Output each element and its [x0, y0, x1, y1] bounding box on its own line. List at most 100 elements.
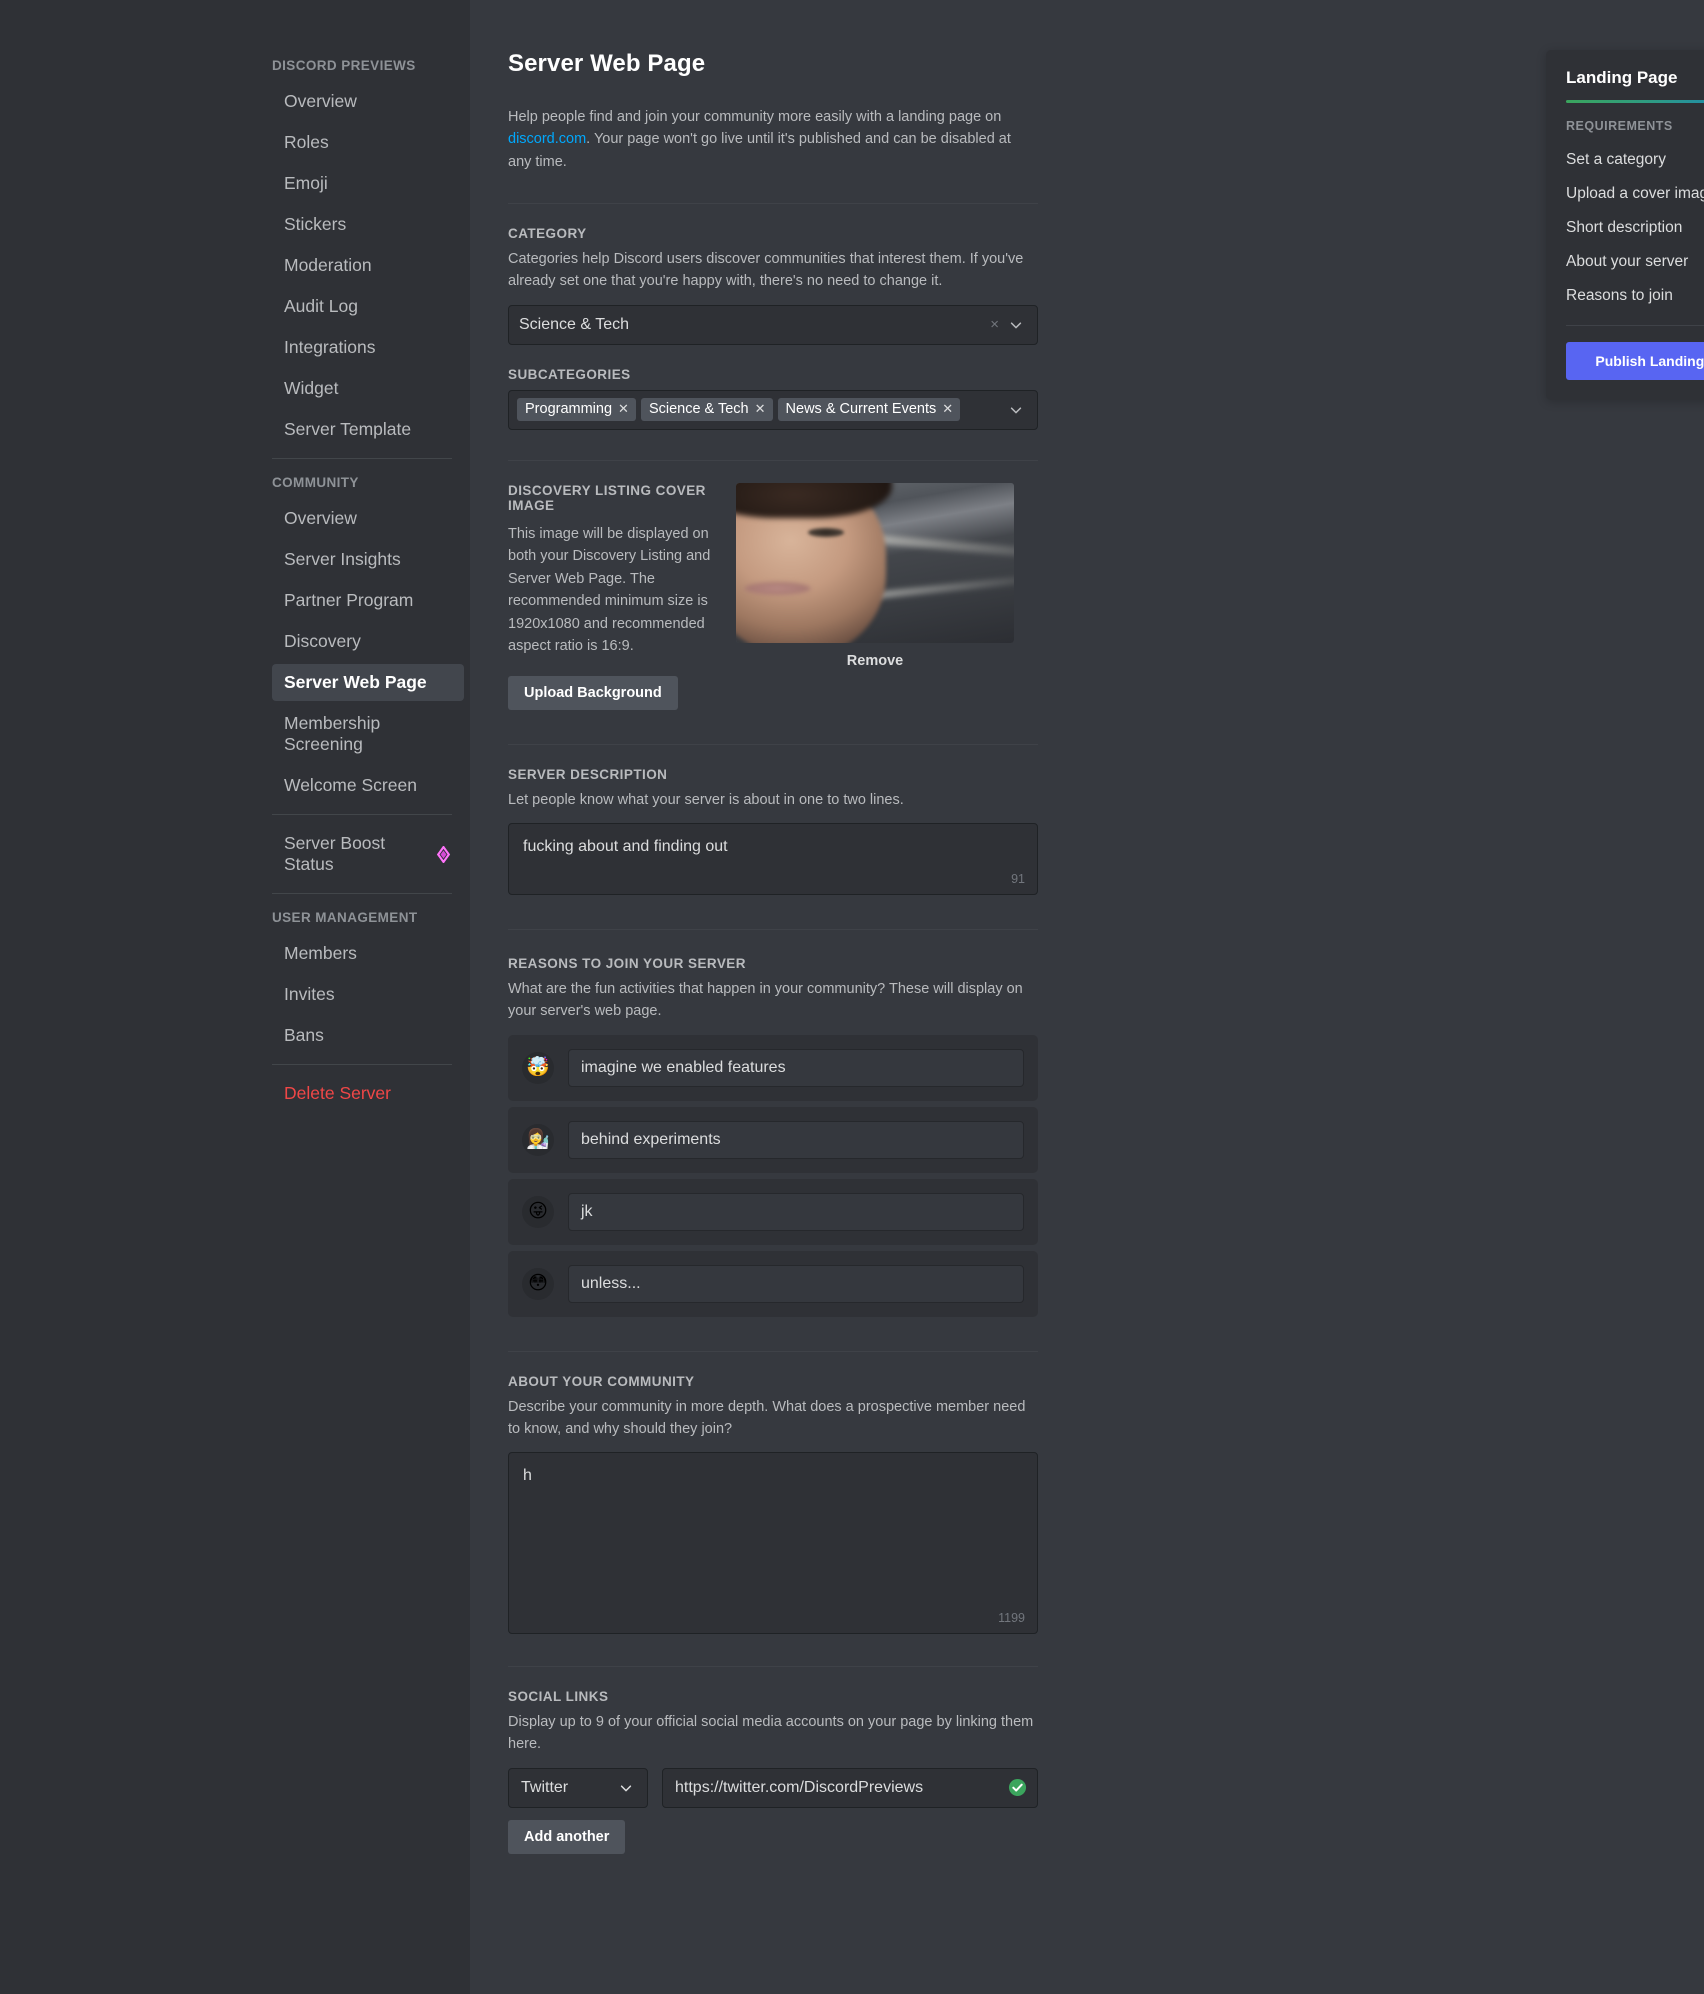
requirements-label: REQUIREMENTS: [1566, 119, 1673, 133]
subcategory-tag[interactable]: Science & Tech ✕: [640, 398, 773, 422]
reason-input[interactable]: behind experiments: [568, 1120, 1024, 1159]
sidebar-item-partner-program[interactable]: Partner Program: [272, 582, 464, 619]
social-url-value: https://twitter.com/DiscordPreviews: [675, 1778, 924, 1796]
requirement-label: Short description: [1566, 219, 1683, 236]
sidebar-item-community-overview[interactable]: Overview: [272, 500, 464, 537]
sidebar-item-label: Overview: [284, 508, 357, 528]
server-description-textarea[interactable]: fucking about and finding out 91: [508, 823, 1038, 896]
discord-com-link[interactable]: discord.com: [508, 131, 586, 147]
sidebar-item-audit-log[interactable]: Audit Log: [272, 288, 464, 325]
flushed-face-emoji[interactable]: 😳: [522, 1267, 554, 1300]
reason-item: 😳 unless...: [508, 1250, 1038, 1317]
subcategory-tag-label: News & Current Events: [785, 401, 937, 418]
reason-input[interactable]: unless...: [568, 1264, 1024, 1303]
remove-tag-icon[interactable]: ✕: [618, 401, 629, 417]
social-section-title: SOCIAL LINKS: [508, 1689, 609, 1705]
cover-image-preview[interactable]: [736, 482, 1014, 643]
reason-item: 🤯 imagine we enabled features: [508, 1034, 1038, 1101]
valid-check-icon: [1008, 1778, 1027, 1797]
sidebar-item-stickers[interactable]: Stickers: [272, 206, 464, 243]
sidebar-divider: [272, 458, 452, 459]
requirement-item: Upload a cover image: [1566, 177, 1704, 211]
social-url-input[interactable]: https://twitter.com/DiscordPreviews: [662, 1767, 1038, 1808]
category-select[interactable]: Science & Tech ×: [508, 304, 1038, 345]
requirement-label: Reasons to join: [1566, 287, 1673, 304]
sidebar-item-label: Stickers: [284, 214, 347, 234]
sidebar-item-bans[interactable]: Bans: [272, 1017, 464, 1054]
winking-tongue-emoji[interactable]: 😜: [522, 1195, 554, 1228]
subcategories-section: SUBCATEGORIES Programming ✕ Science & Tec…: [508, 367, 1038, 430]
sidebar-item-server-insights[interactable]: Server Insights: [272, 541, 464, 578]
section-divider: [508, 203, 1038, 205]
about-community-value: h: [523, 1467, 532, 1485]
social-platform-value: Twitter: [521, 1778, 569, 1796]
server-description-counter: 91: [1011, 872, 1025, 887]
remove-tag-icon[interactable]: ✕: [755, 401, 766, 417]
reasons-section-title: REASONS TO JOIN YOUR SERVER: [508, 956, 746, 972]
sidebar-item-server-template[interactable]: Server Template: [272, 411, 464, 448]
delete-server-label: Delete Server: [284, 1083, 391, 1103]
sidebar-item-discovery[interactable]: Discovery: [272, 623, 464, 660]
social-platform-select[interactable]: Twitter: [508, 1767, 648, 1808]
sidebar-item-welcome-screen[interactable]: Welcome Screen: [272, 767, 464, 804]
sidebar-item-moderation[interactable]: Moderation: [272, 247, 464, 284]
section-divider: [508, 1666, 1038, 1668]
sidebar-item-members[interactable]: Members: [272, 935, 464, 972]
sidebar-item-widget[interactable]: Widget: [272, 370, 464, 407]
social-link-row: Twitter https://twitter.com/DiscordPrevi…: [508, 1767, 1038, 1808]
sidebar-item-label: Invites: [284, 984, 335, 1004]
reason-input-value: jk: [581, 1202, 593, 1220]
sidebar-item-roles[interactable]: Roles: [272, 124, 464, 161]
sidebar-item-overview[interactable]: Overview: [272, 83, 464, 120]
section-divider: [508, 929, 1038, 931]
sidebar-item-label: Bans: [284, 1025, 324, 1045]
requirement-item: Short description: [1566, 211, 1704, 245]
landing-panel-title: Landing Page: [1566, 68, 1678, 87]
sidebar-inner: DISCORD PREVIEWS Overview Roles Emoji St…: [272, 52, 464, 1112]
publish-landing-page-button[interactable]: Publish Landing Page: [1566, 342, 1704, 380]
reasons-to-join-section: REASONS TO JOIN YOUR SERVER What are the…: [508, 956, 1038, 1317]
reason-input[interactable]: jk: [568, 1192, 1024, 1231]
reason-input[interactable]: imagine we enabled features: [568, 1048, 1024, 1087]
sidebar-item-label: Roles: [284, 132, 329, 152]
cover-image-info: DISCOVERY LISTING COVER IMAGE This image…: [508, 483, 718, 710]
subcategory-tag[interactable]: News & Current Events ✕: [777, 398, 961, 422]
sidebar-item-delete-server[interactable]: Delete Server: [272, 1075, 464, 1112]
cover-image-preview-wrap: Remove: [736, 482, 1038, 669]
sidebar-item-invites[interactable]: Invites: [272, 976, 464, 1013]
photo-lips: [744, 582, 812, 595]
upload-background-button[interactable]: Upload Background: [508, 675, 678, 710]
subcategory-tag-label: Science & Tech: [648, 401, 749, 418]
sidebar-item-label: Server Insights: [284, 549, 401, 569]
subcategories-section-title: SUBCATEGORIES: [508, 366, 631, 382]
chevron-down-icon[interactable]: [1009, 318, 1023, 332]
about-community-textarea[interactable]: h 1199: [508, 1452, 1038, 1635]
landing-page-panel: Landing Page REQUIREMENTS Set a category…: [1546, 50, 1704, 400]
remove-tag-icon[interactable]: ✕: [942, 401, 953, 417]
settings-sidebar: DISCORD PREVIEWS Overview Roles Emoji St…: [0, 0, 470, 1994]
requirement-label: About your server: [1566, 253, 1689, 270]
exploding-head-emoji[interactable]: 🤯: [522, 1051, 554, 1084]
sidebar-item-integrations[interactable]: Integrations: [272, 329, 464, 366]
chevron-down-icon[interactable]: [1009, 403, 1023, 417]
subcategory-tag-list: Programming ✕ Science & Tech ✕ News & Curr…: [517, 398, 1009, 422]
scientist-emoji[interactable]: 👩‍🔬: [522, 1123, 554, 1156]
requirement-label: Upload a cover image: [1566, 185, 1704, 202]
discord-server-settings: DISCORD PREVIEWS Overview Roles Emoji St…: [0, 0, 1704, 1994]
category-section: CATEGORY Categories help Discord users d…: [508, 226, 1038, 345]
sidebar-divider: [272, 1064, 452, 1065]
sidebar-item-emoji[interactable]: Emoji: [272, 165, 464, 202]
subcategory-tag[interactable]: Programming ✕: [517, 398, 636, 422]
remove-cover-image-button[interactable]: Remove: [736, 653, 1014, 669]
sidebar-item-membership-screening[interactable]: Membership Screening: [272, 705, 464, 763]
sidebar-item-server-web-page[interactable]: Server Web Page: [272, 664, 464, 701]
sidebar-group-header-user-management: USER MANAGEMENT: [272, 910, 418, 925]
sidebar-item-label: Server Web Page: [284, 672, 427, 692]
sidebar-item-server-boost-status[interactable]: Server Boost Status: [272, 825, 464, 883]
requirement-item: About your server: [1566, 245, 1704, 279]
add-another-social-button[interactable]: Add another: [508, 1819, 626, 1854]
sidebar-group-header-discord-previews: DISCORD PREVIEWS: [272, 58, 416, 73]
subcategories-select[interactable]: Programming ✕ Science & Tech ✕ News & Curr…: [508, 389, 1038, 430]
chevron-down-icon[interactable]: [619, 1781, 633, 1795]
category-clear-icon[interactable]: ×: [980, 316, 1009, 333]
